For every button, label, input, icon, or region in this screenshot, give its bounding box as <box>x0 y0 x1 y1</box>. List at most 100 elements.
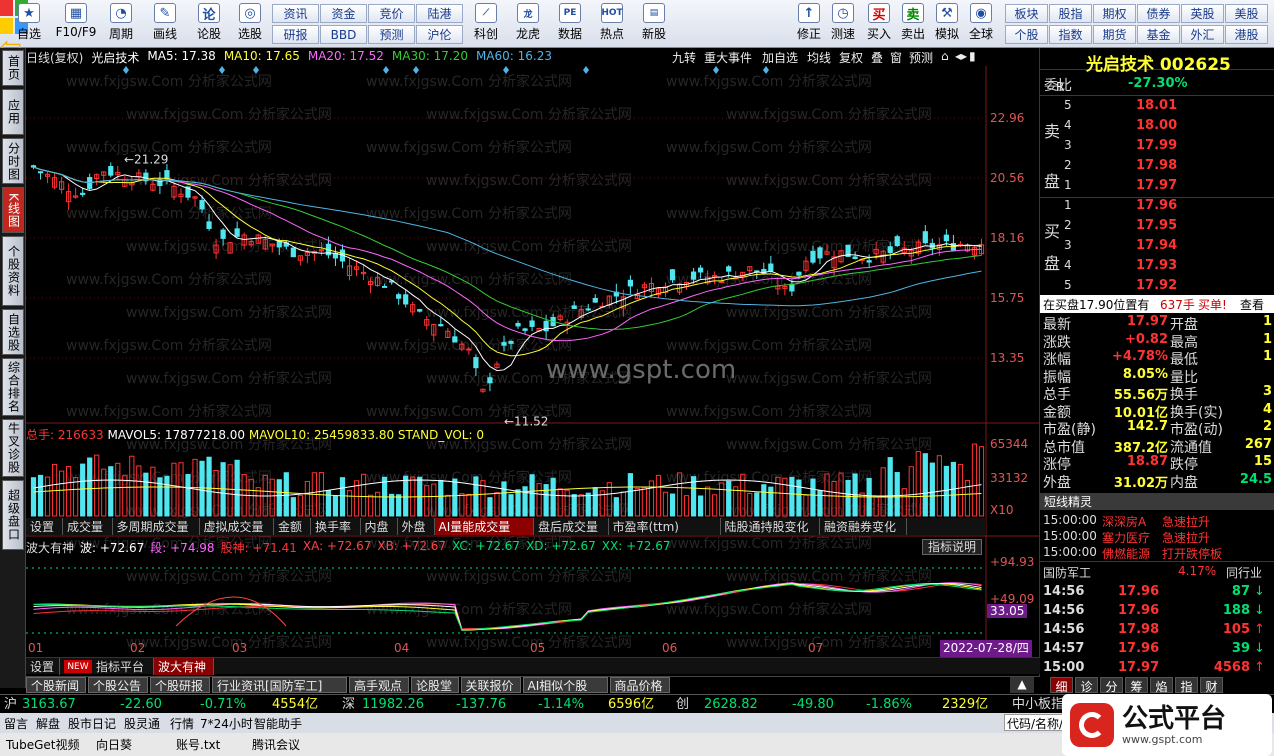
quick-button-top-1[interactable]: 资讯 <box>272 4 319 23</box>
bottom-bar-item-5[interactable]: 行情 <box>170 715 194 732</box>
market-button-top-5[interactable]: 英股 <box>1181 4 1224 23</box>
status-sz[interactable]: 深 <box>342 695 355 714</box>
market-button-bottom-4[interactable]: 基金 <box>1137 25 1180 44</box>
market-button-top-2[interactable]: 股指 <box>1049 4 1092 23</box>
toolbar-right-button-5[interactable]: ⚒ 模拟 <box>930 3 964 45</box>
indicator-tab-12[interactable]: 陆股通持股变化 <box>721 518 820 535</box>
quote-bottom-tab-3[interactable]: 分 <box>1100 677 1123 694</box>
formula-current-tab[interactable]: 波大有神 <box>154 658 214 675</box>
bottom-bar-item-2[interactable]: 解盘 <box>36 715 60 732</box>
bottom-bar-item-3[interactable]: 股市日记 <box>68 715 116 732</box>
indicator-tab-9[interactable]: AI量能成交量 <box>434 518 534 535</box>
sidebar-tab-9[interactable]: 超级盘口 <box>2 480 24 550</box>
info-tab-5[interactable]: 高手观点 <box>349 677 409 693</box>
info-tab-8[interactable]: AI相似个股 <box>522 677 608 693</box>
buy-price[interactable]: 17.92 <box>1136 278 1177 293</box>
quote-bottom-tab-1[interactable]: 细 <box>1050 677 1073 694</box>
indicator-tab-8[interactable]: 外盘 <box>398 518 435 535</box>
toolbar-mid-button-1[interactable]: ⟋ 科创 <box>466 3 506 45</box>
quick-button-bottom-2[interactable]: BBD <box>320 25 367 44</box>
market-button-top-1[interactable]: 板块 <box>1005 4 1048 23</box>
taskbar-item-4[interactable]: 腾讯会议 <box>252 736 300 753</box>
quick-button-bottom-4[interactable]: 沪伦 <box>416 25 463 44</box>
indicator-tab-3[interactable]: 多周期成交量 <box>113 518 200 535</box>
indicator-tab-2[interactable]: 成交量 <box>63 518 113 535</box>
info-tab-1[interactable]: 个股新闻 <box>26 677 86 693</box>
sidebar-tab-1[interactable]: 首页 <box>2 50 24 86</box>
toolbar-right-button-3[interactable]: 买买入 <box>862 3 896 45</box>
quick-button-top-3[interactable]: 竞价 <box>368 4 415 23</box>
indicator-tab-1[interactable]: 设置 <box>26 518 63 535</box>
quick-button-top-4[interactable]: 陆港 <box>416 4 463 23</box>
formula-platform-tab[interactable]: 指标平台 <box>92 658 154 675</box>
order-notice-view[interactable]: 查看 <box>1240 296 1264 313</box>
info-tab-9[interactable]: 商品价格 <box>609 677 670 693</box>
sell-price[interactable]: 17.98 <box>1136 158 1177 173</box>
info-tab-6[interactable]: 论股堂 <box>411 677 459 693</box>
buy-price[interactable]: 17.93 <box>1136 258 1177 273</box>
spirit-stock[interactable]: 塞力医疗 <box>1102 529 1150 546</box>
spirit-stock[interactable]: 深深房A <box>1102 513 1146 530</box>
toolbar-button-1[interactable]: ★ 自选 <box>6 3 52 45</box>
market-button-bottom-5[interactable]: 外汇 <box>1181 25 1224 44</box>
bottom-bar-item-4[interactable]: 股灵通 <box>124 715 160 732</box>
buy-price[interactable]: 17.94 <box>1136 238 1177 253</box>
sidebar-tab-3[interactable]: 分时图 <box>2 138 24 184</box>
sell-price[interactable]: 18.00 <box>1136 118 1177 133</box>
industry-button[interactable]: 同行业 <box>1226 564 1262 581</box>
quick-button-bottom-1[interactable]: 研报 <box>272 25 319 44</box>
indicator-tab-13[interactable]: 融资融券变化 <box>820 518 907 535</box>
toolbar-right-button-6[interactable]: ◉ 全球 <box>964 3 998 45</box>
sidebar-tab-5[interactable]: 个股资料 <box>2 236 24 306</box>
toolbar-button-3[interactable]: ◔ 周期 <box>98 3 144 45</box>
sidebar-tab-4[interactable]: K线图 <box>2 187 24 233</box>
buy-price[interactable]: 17.96 <box>1136 198 1177 213</box>
taskbar-item-3[interactable]: 账号.txt <box>176 736 220 753</box>
collapse-up-icon[interactable]: ▲ <box>1010 677 1034 693</box>
quote-bottom-tab-2[interactable]: 诊 <box>1075 677 1098 694</box>
toolbar-button-5[interactable]: 论论股 <box>186 3 232 45</box>
quote-bottom-tab-6[interactable]: 指 <box>1175 677 1198 694</box>
indicator-tab-10[interactable]: 盘后成交量 <box>534 518 609 535</box>
toolbar-mid-button-5[interactable]: ▤ 新股 <box>634 3 674 45</box>
spirit-stock[interactable]: 佛燃能源 <box>1102 545 1150 562</box>
taskbar-item-2[interactable]: 向日葵 <box>96 736 132 753</box>
status-cy[interactable]: 创 <box>676 695 689 714</box>
indicator-tab-6[interactable]: 换手率 <box>311 518 361 535</box>
quick-button-top-2[interactable]: 资金 <box>320 4 367 23</box>
status-sh[interactable]: 沪 <box>4 695 17 714</box>
taskbar-item-1[interactable]: TubeGet视频 <box>6 736 80 753</box>
sell-price[interactable]: 17.97 <box>1136 178 1177 193</box>
toolbar-right-button-2[interactable]: ◷ 测速 <box>826 3 860 45</box>
sidebar-tab-7[interactable]: 综合排名 <box>2 358 24 416</box>
sell-price[interactable]: 18.01 <box>1136 98 1177 113</box>
toolbar-button-4[interactable]: ✎ 画线 <box>142 3 188 45</box>
quote-bottom-tab-5[interactable]: 焰 <box>1150 677 1173 694</box>
formula-settings-tab[interactable]: 设置 <box>26 658 60 675</box>
market-button-bottom-6[interactable]: 港股 <box>1225 25 1268 44</box>
bottom-bar-item-1[interactable]: 留言 <box>4 715 28 732</box>
sidebar-tab-2[interactable]: 应用 <box>2 89 24 135</box>
indicator-tab-5[interactable]: 金额 <box>274 518 311 535</box>
info-tab-2[interactable]: 个股公告 <box>88 677 148 693</box>
indicator-tab-11[interactable]: 市盈率(ttm) <box>609 518 721 535</box>
toolbar-button-2[interactable]: ▦ F10/F9 <box>53 3 99 45</box>
quote-bottom-tab-4[interactable]: 筹 <box>1125 677 1148 694</box>
status-zx[interactable]: 中小板指 <box>1012 695 1064 714</box>
toolbar-right-button-4[interactable]: 卖卖出 <box>896 3 930 45</box>
market-button-top-6[interactable]: 美股 <box>1225 4 1268 23</box>
buy-price[interactable]: 17.95 <box>1136 218 1177 233</box>
kline-chart[interactable]: www.fxjgsw.Com 分析家公式网 www.fxjgsw.Com 分析家公… <box>26 48 1040 688</box>
indicator-tab-4[interactable]: 虚拟成交量 <box>200 518 274 535</box>
indicator-tab-7[interactable]: 内盘 <box>361 518 398 535</box>
info-tab-7[interactable]: 关联报价 <box>460 677 521 693</box>
search-input[interactable]: 代码/名称/ <box>1004 714 1064 731</box>
toolbar-mid-button-3[interactable]: PE 数据 <box>550 3 590 45</box>
quick-button-bottom-3[interactable]: 预测 <box>368 25 415 44</box>
toolbar-mid-button-4[interactable]: HOT 热点 <box>592 3 632 45</box>
market-button-top-4[interactable]: 债券 <box>1137 4 1180 23</box>
market-button-bottom-2[interactable]: 指数 <box>1049 25 1092 44</box>
info-tab-3[interactable]: 个股研报 <box>150 677 210 693</box>
industry-name[interactable]: 国防军工 <box>1043 564 1091 581</box>
sell-price[interactable]: 17.99 <box>1136 138 1177 153</box>
